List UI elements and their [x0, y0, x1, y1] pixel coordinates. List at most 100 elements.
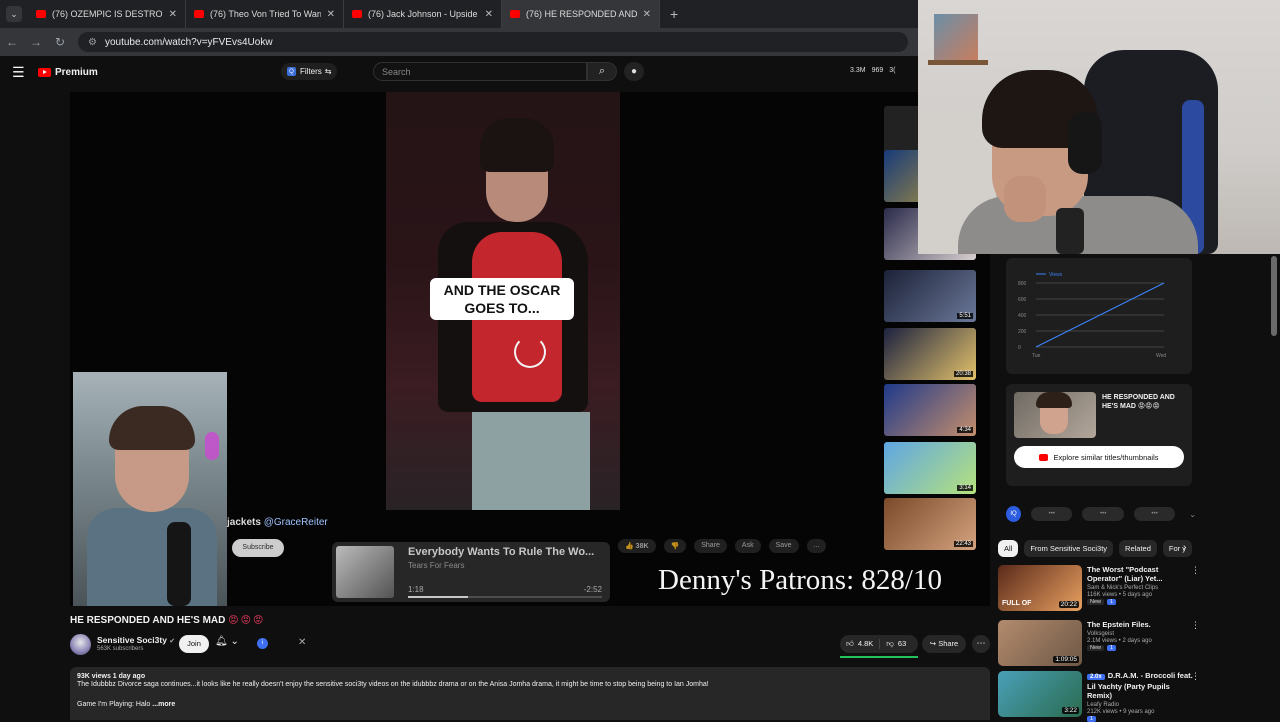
- youtube-header: ☰ Premium Q Filters ⇆ Search ⌕ ● 3.3M 96…: [0, 58, 920, 86]
- chevron-down-icon[interactable]: ⌄: [1189, 510, 1196, 519]
- vidiq-icon[interactable]: IQ: [1006, 506, 1022, 522]
- video-meta: The Epstein Files. Volksgeist 2.1M views…: [1087, 620, 1193, 651]
- video-views: 212K views • 9 years ago: [1087, 709, 1155, 715]
- rec-thumb[interactable]: 22:43: [884, 498, 976, 550]
- youtube-favicon-icon: [36, 10, 46, 18]
- views-and-date: 93K views 1 day ago: [77, 673, 146, 680]
- browser-tab-3[interactable]: (76) HE RESPONDED AND HE'S ✕: [502, 0, 660, 28]
- count-badge: 1: [1107, 599, 1117, 605]
- browser-tab-0[interactable]: (76) OZEMPIC IS DESTROYING T ✕: [28, 0, 186, 28]
- chevron-right-icon[interactable]: ›: [1183, 542, 1186, 553]
- streamer-microphone: [1056, 208, 1084, 254]
- ghost-save: Save: [768, 539, 799, 553]
- thumbnail-text: FULL OF: [1002, 600, 1032, 607]
- notification-bell-button[interactable]: 🔔︎ ⌄: [215, 636, 245, 652]
- rec-thumb[interactable]: 3:14: [884, 442, 976, 494]
- extension-pill[interactable]: •••: [1082, 507, 1124, 521]
- like-button[interactable]: 👍︎ 4.8K: [840, 639, 881, 649]
- like-dislike-group: 👍︎ 4.8K 👎︎ 63: [840, 635, 918, 653]
- tab-title: (76) HE RESPONDED AND HE'S: [526, 9, 637, 19]
- explore-similar-button[interactable]: Explore similar titles/thumbnails: [1014, 446, 1184, 468]
- video-title[interactable]: The Worst "Podcast Operator" (Liar) Yet.…: [1087, 565, 1193, 583]
- microphone-icon[interactable]: ●: [624, 62, 644, 81]
- count-badge: 1: [1087, 716, 1097, 722]
- close-tab-icon[interactable]: ✕: [327, 9, 335, 20]
- video-thumbnail[interactable]: 3:22: [998, 671, 1082, 717]
- y-tick: 600: [1018, 297, 1027, 303]
- share-button[interactable]: ↪ Share: [922, 635, 966, 653]
- new-tab-icon[interactable]: +: [670, 6, 678, 22]
- thumbnail-preview-card: HE RESPONDED AND HE'S MAD 😡😡😡 Explore si…: [1006, 384, 1192, 486]
- tab-search-icon[interactable]: ⌄: [6, 6, 22, 22]
- close-tab-icon[interactable]: ✕: [169, 9, 177, 20]
- browser-tab-2[interactable]: (76) Jack Johnson - Upside Dow ✕: [344, 0, 502, 28]
- close-tab-icon[interactable]: ✕: [643, 9, 651, 20]
- thumbnail-preview-image: [1014, 392, 1096, 438]
- rec-thumb[interactable]: 20:38: [884, 328, 976, 380]
- channel-name[interactable]: Sensitive Soci3ty ✔: [97, 635, 175, 645]
- ghost-dislike: 👎: [663, 539, 687, 553]
- close-tab-icon[interactable]: ✕: [485, 9, 493, 20]
- game-text: Game I'm Playing: Halo: [77, 701, 151, 708]
- more-options-icon[interactable]: ⋮: [1191, 671, 1200, 682]
- credit-handle: @GraceReiter: [263, 517, 328, 528]
- video-thumbnail[interactable]: FULL OF 20:22: [998, 565, 1082, 611]
- site-info-icon[interactable]: ⚙: [88, 37, 97, 48]
- forward-arrow-icon[interactable]: →: [24, 35, 48, 49]
- browser-tab-1[interactable]: (76) Theo Von Tried To Warn Yo ✕: [186, 0, 344, 28]
- list-item[interactable]: 1:09:05 The Epstein Files. Volksgeist 2.…: [998, 620, 1200, 666]
- rec-thumb[interactable]: 4:34: [884, 384, 976, 436]
- video-channel[interactable]: Sam & Nick's Perfect Clips: [1087, 585, 1193, 591]
- list-item[interactable]: 3:22 2.0x D.R.A.M. - Broccoli feat. Lil Y…: [998, 671, 1200, 722]
- reload-icon[interactable]: ↻: [48, 35, 72, 49]
- extension-pill[interactable]: •••: [1031, 507, 1073, 521]
- thumbnail-hair: [1036, 392, 1072, 408]
- more-options-icon[interactable]: ⋮: [1191, 620, 1200, 631]
- bell-icon: 🔔︎: [215, 636, 228, 647]
- video-title[interactable]: The Epstein Files.: [1087, 620, 1193, 629]
- filters-button[interactable]: Q Filters ⇆: [281, 63, 338, 80]
- join-button[interactable]: Join: [179, 635, 209, 653]
- video-title[interactable]: 2.0x D.R.A.M. - Broccoli feat. Lil Yachty…: [1087, 671, 1193, 700]
- chip-related[interactable]: Related: [1119, 540, 1157, 557]
- tab-title: (76) Jack Johnson - Upside Dow: [368, 9, 479, 19]
- back-arrow-icon[interactable]: ←: [0, 35, 24, 49]
- video-meta: The Worst "Podcast Operator" (Liar) Yet.…: [1087, 565, 1193, 605]
- rec-thumb[interactable]: 5:51: [884, 270, 976, 322]
- show-more-link[interactable]: ...more: [152, 701, 175, 708]
- thumbs-up-icon: 👍︎: [846, 639, 854, 648]
- youtube-premium-logo[interactable]: Premium: [38, 67, 98, 78]
- y-tick: 800: [1018, 281, 1027, 287]
- video-duration: 3:22: [1062, 707, 1079, 714]
- menu-icon[interactable]: ☰: [12, 64, 32, 81]
- search-input[interactable]: Search: [373, 62, 587, 81]
- extension-pill[interactable]: •••: [1133, 507, 1176, 521]
- video-thumbnail[interactable]: 1:09:05: [998, 620, 1082, 666]
- sidebar-scrollbar[interactable]: [1271, 256, 1277, 336]
- more-options-icon[interactable]: ⋮: [1191, 565, 1200, 576]
- description-box[interactable]: 93K views 1 day ago The Idubbbz Divorce …: [70, 667, 990, 720]
- dislike-button[interactable]: 👎︎ 63: [880, 639, 912, 649]
- streamer-webcam: [918, 0, 1280, 254]
- youtube-favicon-icon: [352, 10, 362, 18]
- chip-for-you[interactable]: For y: [1162, 540, 1192, 557]
- channel-avatar[interactable]: [70, 634, 91, 655]
- search-icon[interactable]: ⌕: [587, 62, 617, 81]
- video-channel[interactable]: Volksgeist: [1087, 631, 1193, 637]
- video-channel[interactable]: Leafy Radio: [1087, 702, 1193, 708]
- ghost-action-row: 👍 38K 👎 Share Ask Save ...: [618, 539, 827, 553]
- list-item[interactable]: FULL OF 20:22 The Worst "Podcast Operato…: [998, 565, 1200, 611]
- chip-from-channel[interactable]: From Sensitive Soci3ty: [1024, 540, 1114, 557]
- y-tick: 400: [1018, 313, 1027, 319]
- more-actions-button[interactable]: ⋯: [972, 635, 990, 653]
- close-icon[interactable]: ✕: [298, 637, 306, 648]
- stat-extra: 3(: [889, 67, 896, 74]
- chip-all[interactable]: All: [998, 540, 1019, 557]
- facecam-shirt: [87, 508, 217, 606]
- info-badge[interactable]: i: [257, 638, 268, 649]
- video-player[interactable]: AND THE OSCAR GOES TO... jackets @GraceR…: [70, 92, 990, 606]
- now-playing-widget: Everybody Wants To Rule The Wo... Tears …: [332, 542, 610, 602]
- song-progress-bar: [408, 596, 602, 598]
- loading-spinner-icon: [514, 336, 546, 368]
- url-field[interactable]: ⚙ youtube.com/watch?v=yFVEvs4Uokw: [78, 32, 908, 52]
